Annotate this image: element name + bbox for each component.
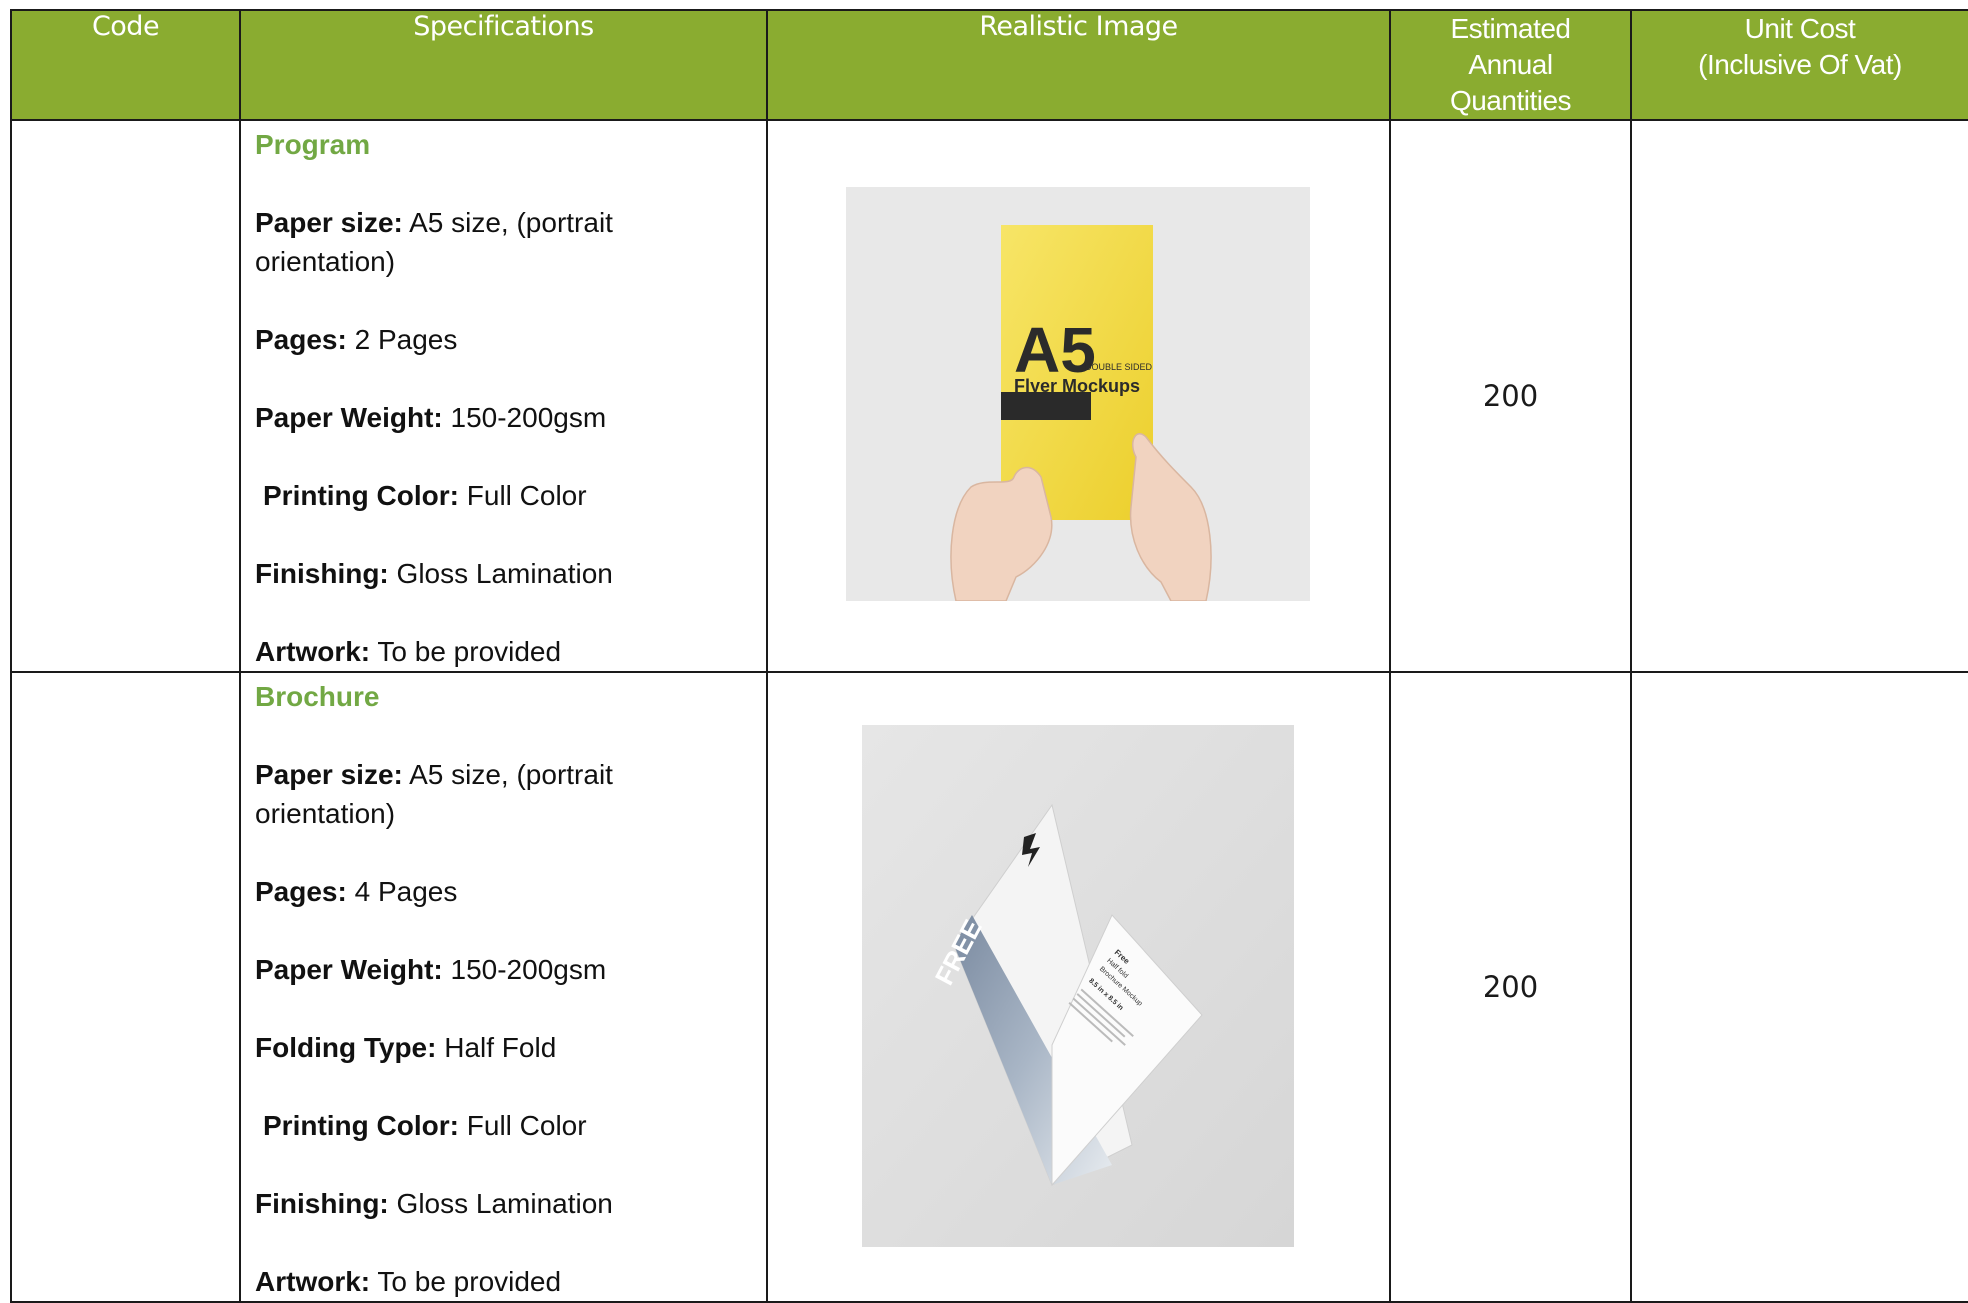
spec-paper-weight: Paper Weight: 150-200gsm bbox=[255, 402, 607, 433]
header-quantities-line-1: Estimated bbox=[1450, 13, 1572, 44]
table-row: Brochure Paper size: A5 size, (portrait … bbox=[10, 671, 1968, 1303]
unit-cost-cell[interactable] bbox=[1630, 119, 1968, 673]
item-title: Brochure bbox=[255, 681, 380, 712]
header-realistic-image: Realistic Image bbox=[766, 9, 1391, 121]
spec-artwork: Artwork: To be provided bbox=[255, 1266, 562, 1297]
item-title: Program bbox=[255, 129, 371, 160]
table-header-row: Code Specifications Realistic Image Esti… bbox=[10, 9, 1968, 121]
header-unit-cost: Unit Cost (Inclusive Of Vat) bbox=[1630, 9, 1968, 121]
spec-printing-color: Printing Color: Full Color bbox=[263, 1110, 587, 1141]
specifications-cell: Program Paper size: A5 size, (portrait o… bbox=[239, 119, 768, 673]
header-cost-line-2: (Inclusive Of Vat) bbox=[1698, 49, 1902, 80]
flyer-mockup-illustration: A5 DOUBLE SIDED Flyer Mockups bbox=[846, 187, 1310, 601]
spec-finishing: Finishing: Gloss Lamination bbox=[255, 1188, 613, 1219]
header-cost-line-1: Unit Cost bbox=[1744, 13, 1856, 44]
flyer-small-text: DOUBLE SIDED bbox=[1085, 362, 1153, 372]
header-code: Code bbox=[10, 9, 241, 121]
spec-paper-size: Paper size: A5 size, (portrait orientati… bbox=[255, 207, 613, 277]
header-quantities-line-3: Quantities bbox=[1449, 85, 1572, 116]
spec-paper-size: Paper size: A5 size, (portrait orientati… bbox=[255, 759, 613, 829]
quantity-cell: 200 bbox=[1389, 119, 1632, 673]
flyer-black-bar bbox=[1001, 392, 1091, 420]
specifications-table: Code Specifications Realistic Image Esti… bbox=[10, 9, 1968, 1303]
brochure-mockup-illustration: FREE Free Half fold Brochure Mockup 8.5 … bbox=[862, 725, 1294, 1247]
header-estimated-annual-quantities: Estimated Annual Quantities bbox=[1389, 9, 1632, 121]
image-cell: A5 DOUBLE SIDED Flyer Mockups bbox=[766, 119, 1391, 673]
code-cell bbox=[10, 119, 241, 673]
spec-printing-color: Printing Color: Full Color bbox=[263, 480, 587, 511]
spec-document: Code Specifications Realistic Image Esti… bbox=[0, 0, 1968, 1303]
spec-pages: Pages: 4 Pages bbox=[255, 876, 458, 907]
header-specifications: Specifications bbox=[239, 9, 768, 121]
spec-folding-type: Folding Type: Half Fold bbox=[255, 1032, 557, 1063]
spec-artwork: Artwork: To be provided bbox=[255, 636, 562, 667]
flyer-mockup-image: A5 DOUBLE SIDED Flyer Mockups bbox=[846, 187, 1310, 601]
spec-pages: Pages: 2 Pages bbox=[255, 324, 458, 355]
header-quantities-line-2: Annual bbox=[1468, 49, 1553, 80]
table-row: Program Paper size: A5 size, (portrait o… bbox=[10, 119, 1968, 673]
brochure-mockup-image: FREE Free Half fold Brochure Mockup 8.5 … bbox=[862, 725, 1294, 1247]
specifications-cell: Brochure Paper size: A5 size, (portrait … bbox=[239, 671, 768, 1303]
spec-finishing: Finishing: Gloss Lamination bbox=[255, 558, 613, 589]
quantity-cell: 200 bbox=[1389, 671, 1632, 1303]
image-cell: FREE Free Half fold Brochure Mockup 8.5 … bbox=[766, 671, 1391, 1303]
code-cell bbox=[10, 671, 241, 1303]
unit-cost-cell[interactable] bbox=[1630, 671, 1968, 1303]
spec-paper-weight: Paper Weight: 150-200gsm bbox=[255, 954, 607, 985]
